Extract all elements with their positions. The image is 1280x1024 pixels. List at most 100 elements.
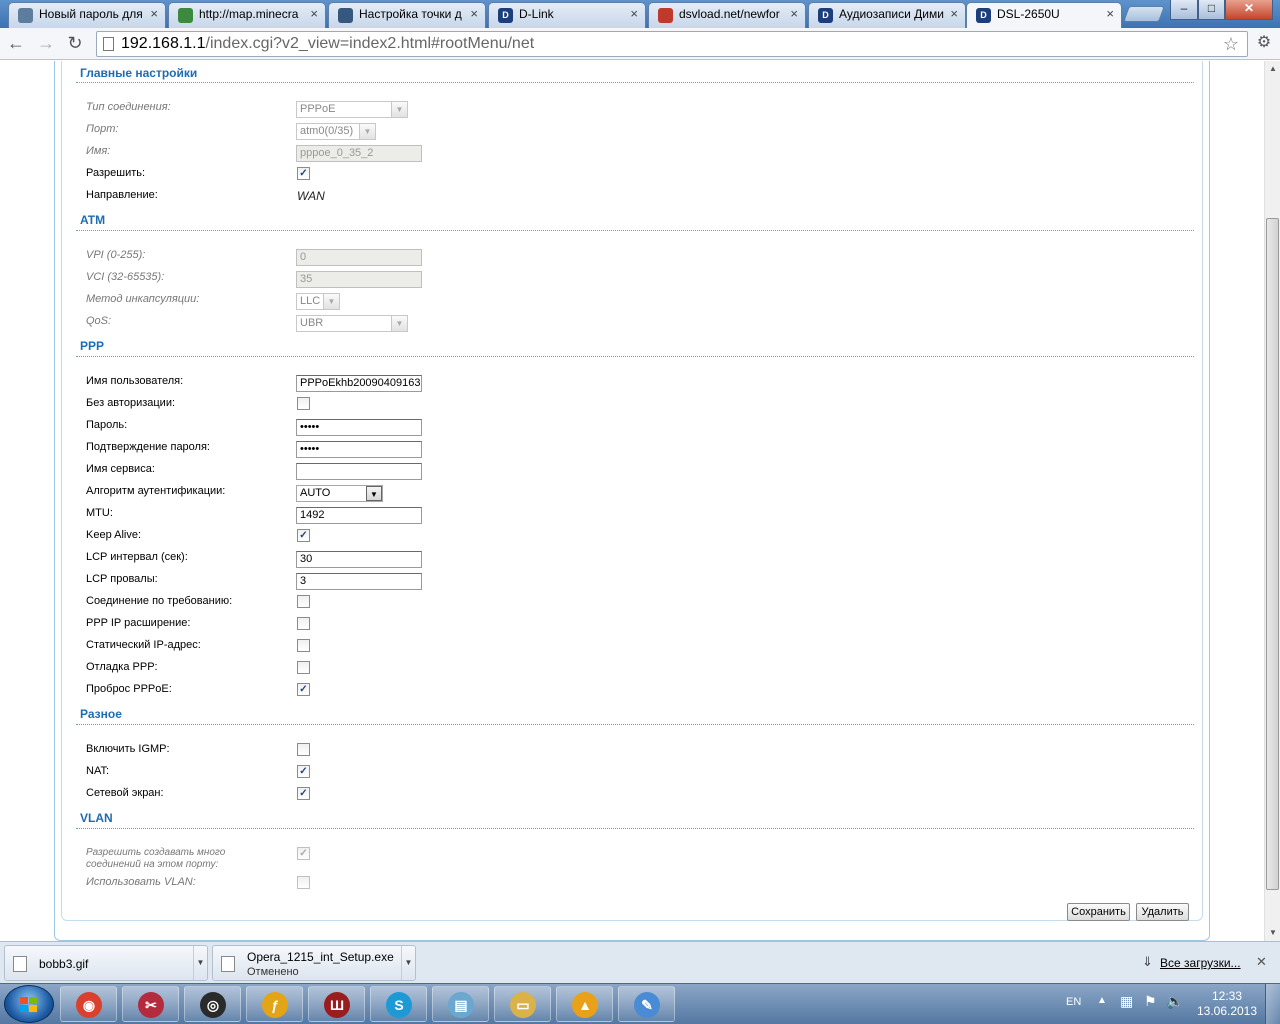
firewall-label: Сетевой экран:	[86, 787, 164, 799]
vci-field: 35	[296, 271, 422, 288]
taskbar-app-button[interactable]: ◉	[60, 986, 117, 1022]
password-confirm-label: Подтверждение пароля:	[86, 441, 210, 453]
taskbar-app-button[interactable]: ▤	[432, 986, 489, 1022]
static-ip-checkbox[interactable]	[297, 639, 310, 652]
taskbar-app-button[interactable]: ✎	[618, 986, 675, 1022]
ppp-ip-ext-checkbox[interactable]	[297, 617, 310, 630]
downloads-bar: bobb3.gif ▼ Opera_1215_int_Setup.exe Отм…	[0, 941, 1280, 983]
chevron-down-icon[interactable]: ▼	[401, 946, 415, 980]
on-demand-label: Соединение по требованию:	[86, 595, 233, 607]
chevron-down-icon: ▼	[323, 294, 339, 309]
auth-algo-value: AUTO	[300, 487, 331, 499]
exe-file-icon	[221, 956, 235, 972]
network-icon[interactable]: ▦	[1120, 993, 1133, 1010]
download-name: bobb3.gif	[39, 957, 89, 971]
nat-checkbox[interactable]: ✓	[297, 765, 310, 778]
save-button[interactable]: Сохранить	[1067, 903, 1130, 921]
camera-icon: ◎	[200, 992, 226, 1018]
paint-icon: ✎	[634, 992, 660, 1018]
ppp-ip-ext-label: PPP IP расширение:	[86, 617, 191, 629]
section-divider	[76, 230, 1194, 231]
lcp-fails-field[interactable]: 3	[296, 573, 422, 590]
taskbar-app-button[interactable]: ƒ	[246, 986, 303, 1022]
chrome-icon: ◉	[76, 992, 102, 1018]
no-auth-checkbox[interactable]	[297, 397, 310, 410]
taskbar-app-button[interactable]: ◎	[184, 986, 241, 1022]
connection-type-select: PPPoE ▼	[296, 101, 408, 118]
keepalive-checkbox[interactable]: ✓	[297, 529, 310, 542]
download-arrow-icon: ⇓	[1142, 954, 1153, 969]
section-divider	[76, 82, 1194, 83]
skype-icon: S	[386, 992, 412, 1018]
start-button[interactable]	[4, 985, 54, 1023]
keepalive-label: Keep Alive:	[86, 529, 142, 541]
enable-label: Разрешить:	[86, 167, 146, 179]
scroll-up-icon[interactable]: ▲	[1265, 61, 1280, 77]
vpi-label: VPI (0-255):	[86, 249, 146, 261]
vci-label: VCI (32-65535):	[86, 271, 165, 283]
download-item[interactable]: Opera_1215_int_Setup.exe Отменено ▼	[212, 945, 416, 981]
igmp-checkbox[interactable]	[297, 743, 310, 756]
chevron-down-icon: ▼	[391, 102, 407, 117]
close-icon[interactable]: ✕	[1256, 954, 1267, 970]
taskbar-app-button[interactable]: ▭	[494, 986, 551, 1022]
ppp-debug-checkbox[interactable]	[297, 661, 310, 674]
image-file-icon	[13, 956, 27, 972]
windows-logo-icon	[20, 997, 37, 1012]
taskbar-app-button[interactable]: Ш	[308, 986, 365, 1022]
service-name-label: Имя сервиса:	[86, 463, 155, 475]
qos-select: UBR ▼	[296, 315, 408, 332]
port-label: Порт:	[86, 123, 119, 135]
delete-button[interactable]: Удалить	[1136, 903, 1189, 921]
static-ip-label: Статический IP-адрес:	[86, 639, 201, 651]
download-status: Отменено	[247, 966, 299, 978]
mtu-field[interactable]: 1492	[296, 507, 422, 524]
multi-conn-label-line2: соединений на этом порту:	[86, 859, 219, 870]
connection-type-value: PPPoE	[300, 103, 336, 115]
port-select: atm0(0/35) ▼	[296, 123, 376, 140]
lcp-fails-label: LCP провалы:	[86, 573, 158, 585]
no-auth-label: Без авторизации:	[86, 397, 176, 409]
chevron-down-icon[interactable]: ▼	[193, 946, 207, 980]
password-field[interactable]: •••••	[296, 419, 422, 436]
enable-checkbox[interactable]: ✓	[297, 167, 310, 180]
qos-label: QoS:	[86, 315, 112, 327]
mtu-label: MTU:	[86, 507, 113, 519]
firewall-checkbox[interactable]: ✓	[297, 787, 310, 800]
section-title-vlan: VLAN	[80, 811, 113, 825]
all-downloads-link[interactable]: Все загрузки...	[1160, 956, 1241, 970]
lcp-interval-field[interactable]: 30	[296, 551, 422, 568]
vertical-scrollbar[interactable]: ▲ ▼	[1264, 61, 1280, 941]
clock[interactable]: 12:33 13.06.2013	[1196, 989, 1258, 1019]
scrollbar-thumb[interactable]	[1266, 218, 1279, 890]
windows-taskbar: ◉ ✂ ◎ ƒ Ш S ▤ ▭ ▲ ✎ EN ▲ ▦ ⚑ 🔈 12:33 13.06.2013	[0, 983, 1280, 1024]
chevron-down-icon: ▼	[391, 316, 407, 331]
aimp-icon: ▲	[572, 992, 598, 1018]
flag-tray-icon[interactable]: ⚑	[1144, 993, 1157, 1010]
section-divider	[76, 828, 1194, 829]
password-confirm-field[interactable]: •••••	[296, 441, 422, 458]
scroll-down-icon[interactable]: ▼	[1265, 925, 1280, 941]
igmp-label: Включить IGMP:	[86, 743, 170, 755]
chevron-down-icon: ▼	[359, 124, 375, 139]
download-item[interactable]: bobb3.gif ▼	[4, 945, 208, 981]
password-label: Пароль:	[86, 419, 128, 431]
nat-label: NAT:	[86, 765, 110, 777]
pppoe-passthrough-checkbox[interactable]: ✓	[297, 683, 310, 696]
on-demand-checkbox[interactable]	[297, 595, 310, 608]
service-name-field[interactable]	[296, 463, 422, 480]
show-desktop-button[interactable]	[1265, 984, 1280, 1024]
multi-conn-label-line1: Разрешить создавать много	[86, 847, 226, 858]
auth-algo-select[interactable]: AUTO ▼	[296, 485, 383, 502]
language-indicator[interactable]: EN	[1066, 996, 1081, 1008]
taskbar-app-button[interactable]: ▲	[556, 986, 613, 1022]
tray-expand-icon[interactable]: ▲	[1097, 995, 1107, 1006]
port-value: atm0(0/35)	[300, 125, 354, 137]
clock-date: 13.06.2013	[1196, 1004, 1258, 1018]
volume-icon[interactable]: 🔈	[1166, 993, 1183, 1010]
username-field[interactable]: PPPoEkhb200904091639	[296, 375, 422, 392]
taskbar-app-button[interactable]: S	[370, 986, 427, 1022]
fl-studio-icon: ƒ	[262, 992, 288, 1018]
taskbar-app-button[interactable]: ✂	[122, 986, 179, 1022]
section-title-main: Главные настройки	[80, 66, 198, 80]
